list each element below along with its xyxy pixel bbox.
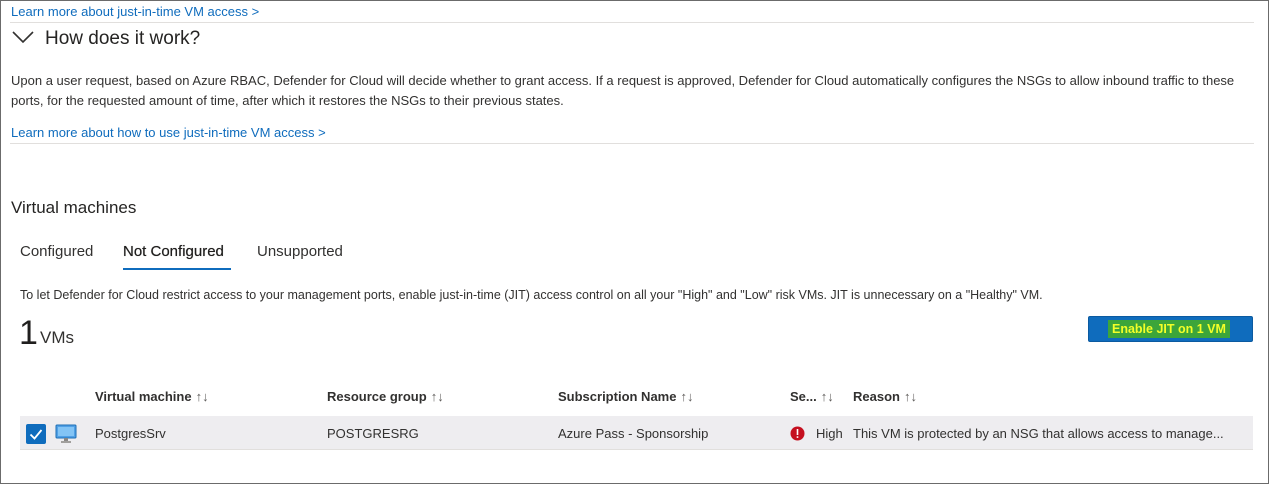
virtual-machines-heading: Virtual machines [11,198,137,217]
how-it-works-description: Upon a user request, based on Azure RBAC… [11,73,1235,108]
enable-jit-button[interactable]: Enable JIT on 1 VM [1088,316,1253,342]
column-header-resource-group[interactable]: Resource group ↑↓ [327,389,444,404]
column-header-severity[interactable]: Se... ↑↓ [790,389,834,404]
tab-unsupported[interactable]: Unsupported [257,243,343,260]
cell-virtual-machine[interactable]: PostgresSrv [95,426,166,441]
column-header-virtual-machine-label: Virtual machine [95,389,192,404]
vm-count-number: 1 [19,314,38,352]
divider-how [10,143,1254,144]
jit-info-text: To let Defender for Cloud restrict acces… [20,288,1043,302]
monitor-icon [55,424,77,443]
sort-icon: ↑↓ [430,389,444,404]
column-header-reason[interactable]: Reason ↑↓ [853,389,917,404]
vm-count-unit: VMs [40,328,74,347]
cell-severity: High [816,426,843,441]
cell-reason: This VM is protected by an NSG that allo… [853,426,1224,441]
column-header-subscription-name[interactable]: Subscription Name ↑↓ [558,389,693,404]
column-header-virtual-machine[interactable]: Virtual machine ↑↓ [95,389,209,404]
learn-more-jit-link[interactable]: Learn more about just-in-time VM access … [11,4,259,19]
sort-icon: ↑↓ [820,389,834,404]
column-header-reason-label: Reason [853,389,900,404]
column-header-subscription-name-label: Subscription Name [558,389,677,404]
sort-icon: ↑↓ [195,389,209,404]
column-header-resource-group-label: Resource group [327,389,427,404]
tab-configured[interactable]: Configured [20,243,93,260]
learn-more-how-link[interactable]: Learn more about how to use just-in-time… [11,125,326,140]
chevron-down-icon[interactable] [12,30,34,44]
divider-top [10,22,1254,23]
checkmark-icon [29,429,43,440]
column-header-severity-label: Se... [790,389,817,404]
tab-not-configured[interactable]: Not Configured [123,243,224,260]
cell-subscription-name: Azure Pass - Sponsorship [558,426,709,441]
how-it-works-title[interactable]: How does it work? [45,28,200,50]
error-circle-icon [790,426,805,441]
enable-jit-button-label: Enable JIT on 1 VM [1108,320,1230,338]
sort-icon: ↑↓ [903,389,917,404]
sort-icon: ↑↓ [680,389,694,404]
active-tab-indicator [123,268,231,270]
table-row[interactable]: PostgresSrv POSTGRESRG Azure Pass - Spon… [20,416,1253,450]
cell-resource-group: POSTGRESRG [327,426,419,441]
row-checkbox[interactable] [26,424,46,444]
